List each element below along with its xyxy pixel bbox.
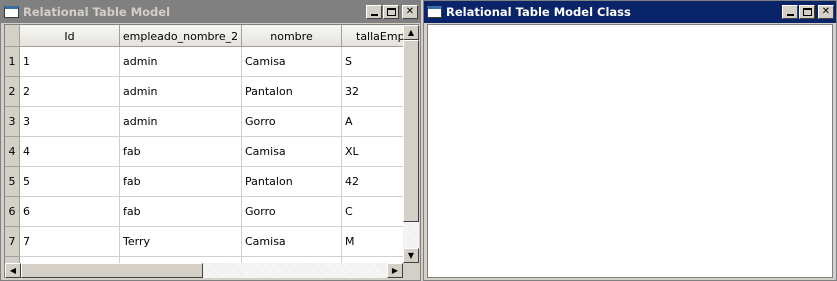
scrollbar-corner [403, 263, 419, 278]
vertical-scrollbar[interactable]: ▲ ▼ [403, 25, 419, 263]
minimize-icon [786, 14, 794, 16]
column-header-empleado-nombre-2[interactable]: empleado_nombre_2 [120, 25, 242, 46]
table-corner-button[interactable] [5, 25, 20, 47]
title-bar[interactable]: Relational Table Model ✕ [1, 1, 420, 23]
table-cell[interactable]: 6 [20, 197, 120, 227]
table-cell[interactable]: Terry [120, 227, 242, 257]
table-row[interactable]: 7 Terry Camisa M [20, 227, 403, 257]
maximize-icon [802, 8, 812, 16]
table-cell[interactable]: C [342, 197, 403, 227]
table-cell[interactable]: 3 [20, 107, 120, 137]
scroll-down-button[interactable]: ▼ [403, 248, 419, 263]
window-client-area[interactable] [427, 24, 833, 278]
title-bar[interactable]: Relational Table Model Class ✕ [424, 1, 836, 23]
table-view[interactable]: Id empleado_nombre_2 nombre tallaEmple 1… [4, 24, 419, 278]
table-cell[interactable]: Camisa [242, 137, 342, 167]
close-icon: ✕ [821, 6, 831, 17]
table-row[interactable]: 6 fab Gorro C [20, 197, 403, 227]
table-cell[interactable]: Camisa [242, 227, 342, 257]
scroll-up-button[interactable]: ▲ [403, 25, 419, 40]
arrow-right-icon: ▶ [391, 266, 399, 275]
row-header[interactable]: 2 [5, 77, 20, 107]
column-header-id[interactable]: Id [20, 25, 120, 46]
table-cell[interactable]: fab [120, 167, 242, 197]
row-header[interactable]: 1 [5, 47, 20, 77]
table-cell[interactable]: 4 [20, 137, 120, 167]
row-header[interactable]: 3 [5, 107, 20, 137]
close-icon: ✕ [405, 6, 415, 17]
table-cell[interactable]: 32 [342, 77, 403, 107]
table-body: 1 admin Camisa S 2 admin Pantalon 32 3 a… [20, 47, 403, 263]
horizontal-header: Id empleado_nombre_2 nombre tallaEmple [20, 25, 403, 47]
arrow-up-icon: ▲ [407, 28, 415, 37]
minimize-button[interactable] [366, 5, 382, 19]
table-cell[interactable]: 2 [20, 77, 120, 107]
minimize-icon [370, 14, 378, 16]
horizontal-scrollbar[interactable]: ◀ ▶ [5, 263, 403, 278]
horizontal-scroll-thumb[interactable] [21, 263, 203, 278]
table-cell[interactable]: admin [120, 77, 242, 107]
app-window-icon[interactable] [4, 6, 19, 18]
table-row[interactable]: 5 fab Pantalon 42 [20, 167, 403, 197]
table-cell[interactable]: Gorro [242, 107, 342, 137]
vertical-header: 1 2 3 4 5 6 7 [5, 47, 20, 263]
arrow-left-icon: ◀ [9, 266, 17, 275]
table-cell[interactable]: admin [120, 47, 242, 77]
table-cell[interactable]: Pantalon [242, 167, 342, 197]
table-row[interactable]: 3 admin Gorro A [20, 107, 403, 137]
table-cell[interactable]: fab [120, 197, 242, 227]
close-button[interactable]: ✕ [818, 5, 834, 19]
table-cell[interactable]: Gorro [242, 197, 342, 227]
maximize-icon [386, 8, 396, 16]
table-cell[interactable]: S [342, 47, 403, 77]
minimize-button[interactable] [782, 5, 798, 19]
table-row[interactable]: 2 admin Pantalon 32 [20, 77, 403, 107]
table-cell[interactable]: A [342, 107, 403, 137]
arrow-down-icon: ▼ [407, 251, 415, 260]
table-cell[interactable]: admin [120, 107, 242, 137]
table-cell[interactable]: 7 [20, 227, 120, 257]
app-window-icon[interactable] [427, 6, 442, 18]
window-title: Relational Table Model [23, 5, 171, 19]
table-cell[interactable]: 42 [342, 167, 403, 197]
table-row[interactable]: 1 admin Camisa S [20, 47, 403, 77]
table-cell[interactable]: Camisa [242, 47, 342, 77]
relational-table-model-class-window[interactable]: Relational Table Model Class ✕ [423, 0, 837, 281]
table-cell[interactable]: M [342, 227, 403, 257]
row-header[interactable]: 7 [5, 227, 20, 257]
maximize-button[interactable] [383, 5, 399, 19]
scroll-right-button[interactable]: ▶ [387, 263, 403, 278]
close-button[interactable]: ✕ [402, 5, 418, 19]
vertical-scroll-thumb[interactable] [403, 40, 419, 222]
maximize-button[interactable] [799, 5, 815, 19]
row-header[interactable]: 6 [5, 197, 20, 227]
table-cell[interactable]: 5 [20, 167, 120, 197]
table-row[interactable]: 4 fab Camisa XL [20, 137, 403, 167]
window-title: Relational Table Model Class [446, 5, 631, 19]
table-cell[interactable]: 1 [20, 47, 120, 77]
table-cell[interactable]: XL [342, 137, 403, 167]
row-header[interactable]: 5 [5, 167, 20, 197]
scroll-left-button[interactable]: ◀ [5, 263, 21, 278]
table-cell[interactable]: Pantalon [242, 77, 342, 107]
table-cell[interactable]: fab [120, 137, 242, 167]
row-header[interactable]: 4 [5, 137, 20, 167]
column-header-nombre[interactable]: nombre [242, 25, 342, 46]
column-header-talla-emple[interactable]: tallaEmple [342, 25, 403, 46]
relational-table-model-window[interactable]: Relational Table Model ✕ Id empleado_nom… [0, 0, 421, 281]
